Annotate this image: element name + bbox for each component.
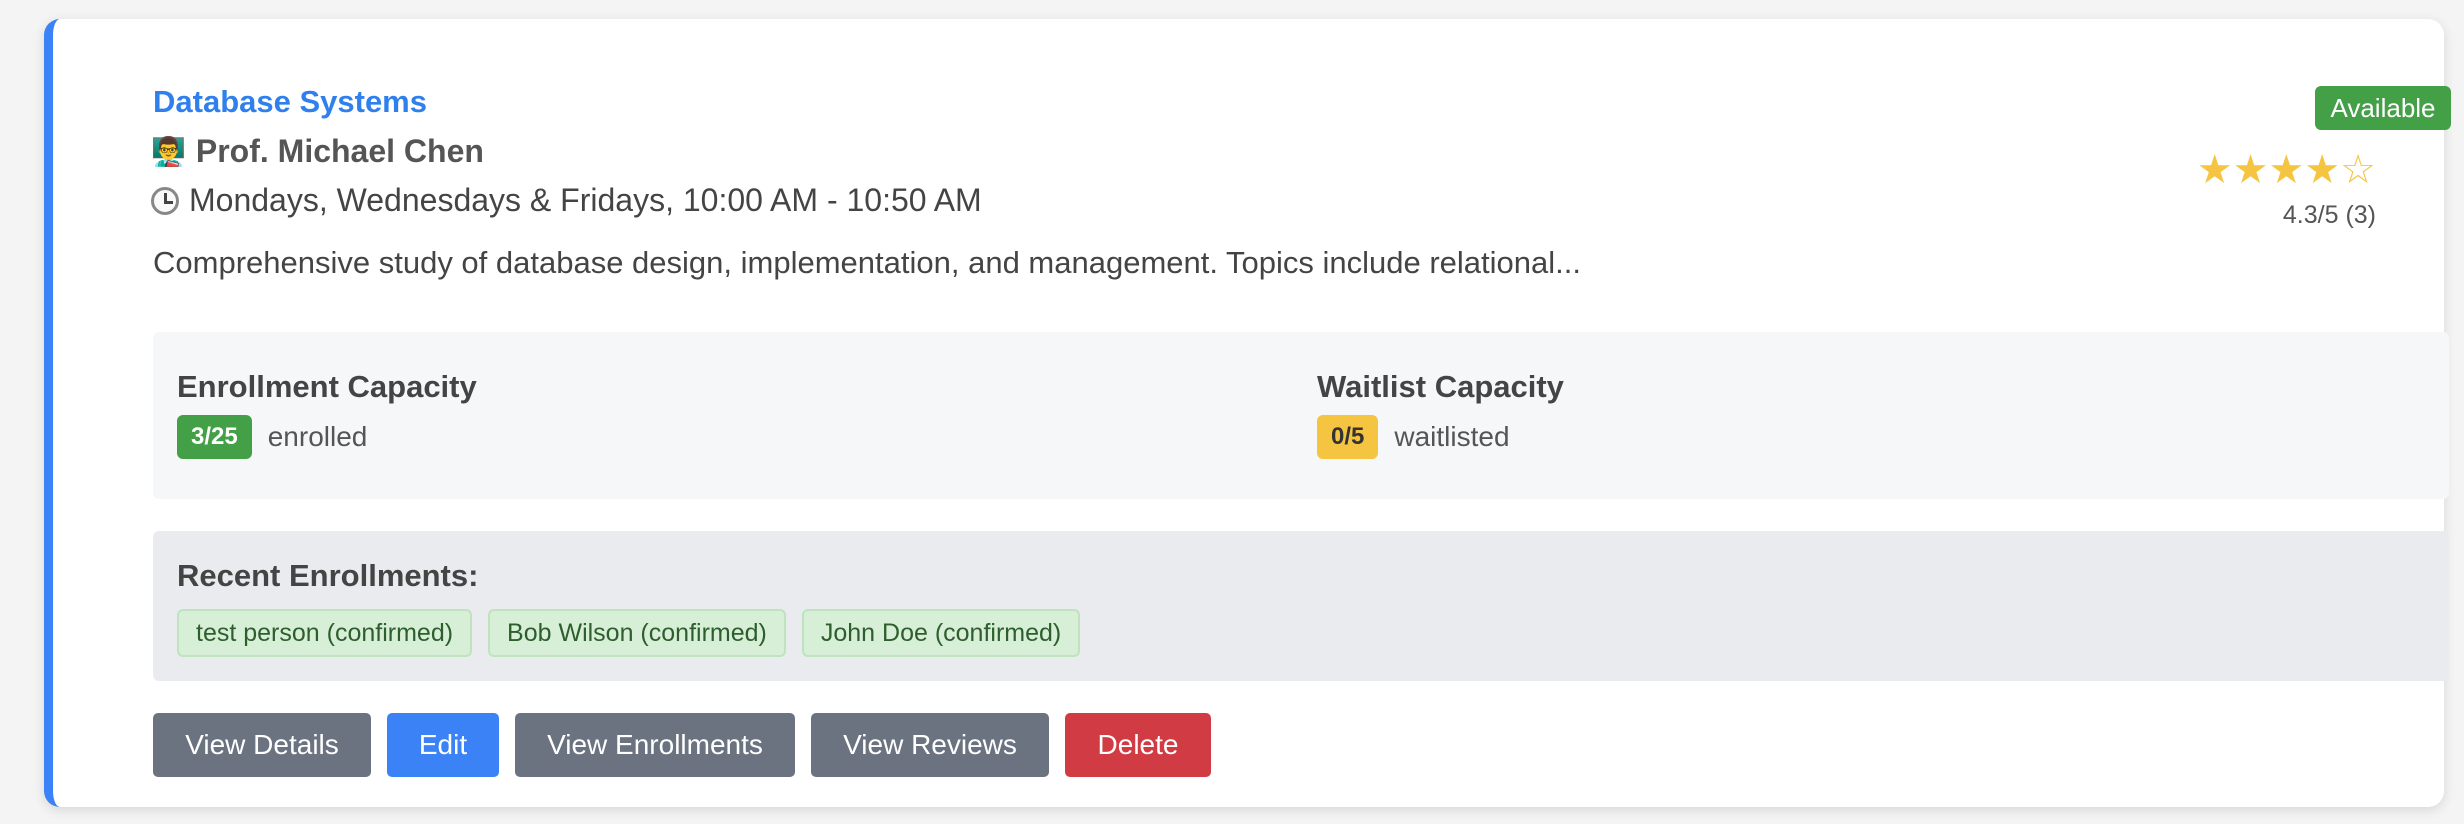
enrollment-suffix: enrolled bbox=[267, 421, 368, 452]
schedule-line: Mondays, Wednesdays & Fridays, 10:00 AM … bbox=[151, 182, 982, 219]
recent-enrollments-panel: Recent Enrollments: test person (confirm… bbox=[153, 531, 2449, 681]
status-badge: Available bbox=[2315, 86, 2451, 130]
course-card: Database Systems 👨‍🏫 Prof. Michael Chen … bbox=[44, 19, 2451, 807]
view-details-button[interactable]: View Details bbox=[153, 713, 371, 777]
capacity-panel: Enrollment Capacity 3/25 enrolled Waitli… bbox=[153, 332, 2449, 499]
recent-enrollments-title: Recent Enrollments: bbox=[177, 558, 479, 593]
waitlist-capacity-title: Waitlist Capacity bbox=[1317, 369, 1564, 404]
waitlist-count-badge: 0/5 bbox=[1317, 415, 1379, 459]
course-title[interactable]: Database Systems bbox=[153, 84, 427, 120]
delete-button[interactable]: Delete bbox=[1065, 713, 1211, 777]
enrollment-chip: John Doe (confirmed) bbox=[801, 609, 1081, 657]
enrollment-chip: test person (confirmed) bbox=[177, 609, 473, 657]
course-description: Comprehensive study of database design, … bbox=[153, 245, 1581, 280]
action-bar: View Details Edit View Enrollments View … bbox=[153, 713, 1211, 777]
enrollment-count-badge: 3/25 bbox=[177, 415, 252, 459]
schedule-text: Mondays, Wednesdays & Fridays, 10:00 AM … bbox=[189, 182, 982, 218]
rating-stars: ★★★★☆ bbox=[2196, 147, 2376, 193]
waitlist-capacity: Waitlist Capacity 0/5 waitlisted bbox=[1317, 369, 1564, 459]
recent-enrollments-list: test person (confirmed) Bob Wilson (conf… bbox=[177, 609, 1081, 657]
enrollment-capacity-title: Enrollment Capacity bbox=[177, 369, 477, 404]
waitlist-suffix: waitlisted bbox=[1394, 421, 1510, 452]
view-reviews-button[interactable]: View Reviews bbox=[811, 713, 1049, 777]
instructor-name: Prof. Michael Chen bbox=[195, 133, 484, 169]
view-enrollments-button[interactable]: View Enrollments bbox=[515, 713, 795, 777]
rating-text: 4.3/5 (3) bbox=[2282, 201, 2376, 229]
clock-icon bbox=[151, 186, 179, 215]
enrollment-chip: Bob Wilson (confirmed) bbox=[488, 609, 786, 657]
edit-button[interactable]: Edit bbox=[387, 713, 499, 777]
teacher-icon: 👨‍🏫 bbox=[151, 136, 186, 167]
enrollment-capacity: Enrollment Capacity 3/25 enrolled bbox=[177, 369, 477, 459]
instructor-line: 👨‍🏫 Prof. Michael Chen bbox=[151, 133, 484, 170]
